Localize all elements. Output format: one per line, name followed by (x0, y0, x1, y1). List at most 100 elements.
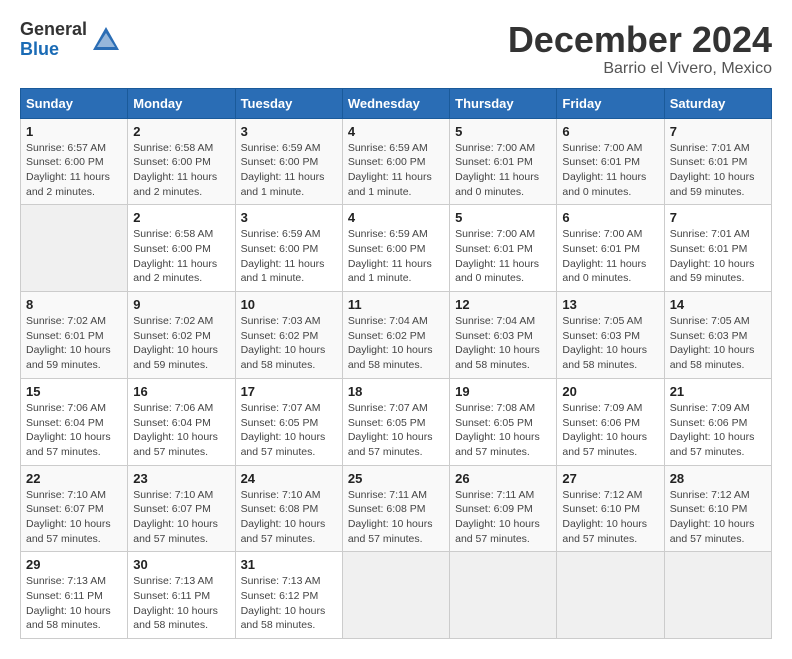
day-number: 9 (133, 297, 229, 312)
table-row: 10 Sunrise: 7:03 AM Sunset: 6:02 PM Dayli… (235, 292, 342, 379)
table-row: 8 Sunrise: 7:02 AM Sunset: 6:01 PM Daylig… (21, 292, 128, 379)
day-number: 28 (670, 471, 766, 486)
calendar-week-row: 2Sunrise: 6:58 AM Sunset: 6:00 PM Daylig… (21, 205, 772, 292)
table-row (450, 552, 557, 639)
day-number: 6 (562, 210, 658, 225)
day-info: Sunrise: 6:59 AM Sunset: 6:00 PM Dayligh… (348, 227, 444, 286)
col-wednesday: Wednesday (342, 88, 449, 118)
calendar-week-row: 15 Sunrise: 7:06 AM Sunset: 6:04 PM Dayli… (21, 378, 772, 465)
day-info: Sunrise: 7:12 AM Sunset: 6:10 PM Dayligh… (562, 488, 658, 547)
day-number: 20 (562, 384, 658, 399)
table-row: 2 Sunrise: 6:58 AM Sunset: 6:00 PM Daylig… (128, 118, 235, 205)
table-row: 29 Sunrise: 7:13 AM Sunset: 6:11 PM Dayli… (21, 552, 128, 639)
day-number: 16 (133, 384, 229, 399)
day-number: 24 (241, 471, 337, 486)
day-info: Sunrise: 7:00 AM Sunset: 6:01 PM Dayligh… (455, 227, 551, 286)
calendar-week-row: 8 Sunrise: 7:02 AM Sunset: 6:01 PM Daylig… (21, 292, 772, 379)
day-info: Sunrise: 7:06 AM Sunset: 6:04 PM Dayligh… (133, 401, 229, 460)
day-number: 2 (133, 124, 229, 139)
day-info: Sunrise: 6:57 AM Sunset: 6:00 PM Dayligh… (26, 141, 122, 200)
table-row: 18Sunrise: 7:07 AM Sunset: 6:05 PM Dayli… (342, 378, 449, 465)
day-number: 7 (670, 210, 766, 225)
day-number: 22 (26, 471, 122, 486)
day-number: 31 (241, 557, 337, 572)
day-info: Sunrise: 6:58 AM Sunset: 6:00 PM Dayligh… (133, 141, 229, 200)
table-row: 5Sunrise: 7:00 AM Sunset: 6:01 PM Daylig… (450, 205, 557, 292)
day-info: Sunrise: 7:10 AM Sunset: 6:08 PM Dayligh… (241, 488, 337, 547)
day-number: 25 (348, 471, 444, 486)
table-row: 1 Sunrise: 6:57 AM Sunset: 6:00 PM Daylig… (21, 118, 128, 205)
table-row: 27 Sunrise: 7:12 AM Sunset: 6:10 PM Dayli… (557, 465, 664, 552)
table-row: 11 Sunrise: 7:04 AM Sunset: 6:02 PM Dayli… (342, 292, 449, 379)
day-info: Sunrise: 7:04 AM Sunset: 6:02 PM Dayligh… (348, 314, 444, 373)
day-info: Sunrise: 7:01 AM Sunset: 6:01 PM Dayligh… (670, 141, 766, 200)
day-info: Sunrise: 7:11 AM Sunset: 6:09 PM Dayligh… (455, 488, 551, 547)
table-row: 22 Sunrise: 7:10 AM Sunset: 6:07 PM Dayli… (21, 465, 128, 552)
day-info: Sunrise: 7:00 AM Sunset: 6:01 PM Dayligh… (562, 141, 658, 200)
day-number: 27 (562, 471, 658, 486)
table-row: 16 Sunrise: 7:06 AM Sunset: 6:04 PM Dayli… (128, 378, 235, 465)
table-row (342, 552, 449, 639)
day-info: Sunrise: 6:58 AM Sunset: 6:00 PM Dayligh… (133, 227, 229, 286)
table-row: 9Sunrise: 7:02 AM Sunset: 6:02 PM Daylig… (128, 292, 235, 379)
day-number: 11 (348, 297, 444, 312)
day-number: 10 (241, 297, 337, 312)
table-row: 7Sunrise: 7:01 AM Sunset: 6:01 PM Daylig… (664, 118, 771, 205)
calendar-week-row: 1 Sunrise: 6:57 AM Sunset: 6:00 PM Daylig… (21, 118, 772, 205)
day-info: Sunrise: 7:13 AM Sunset: 6:12 PM Dayligh… (241, 574, 337, 633)
col-monday: Monday (128, 88, 235, 118)
table-row: 20 Sunrise: 7:09 AM Sunset: 6:06 PM Dayli… (557, 378, 664, 465)
day-info: Sunrise: 7:09 AM Sunset: 6:06 PM Dayligh… (670, 401, 766, 460)
calendar-week-row: 29 Sunrise: 7:13 AM Sunset: 6:11 PM Dayli… (21, 552, 772, 639)
table-row: 7 Sunrise: 7:01 AM Sunset: 6:01 PM Daylig… (664, 205, 771, 292)
calendar-week-row: 22 Sunrise: 7:10 AM Sunset: 6:07 PM Dayli… (21, 465, 772, 552)
col-thursday: Thursday (450, 88, 557, 118)
day-info: Sunrise: 7:11 AM Sunset: 6:08 PM Dayligh… (348, 488, 444, 547)
day-info: Sunrise: 7:01 AM Sunset: 6:01 PM Dayligh… (670, 227, 766, 286)
day-info: Sunrise: 7:09 AM Sunset: 6:06 PM Dayligh… (562, 401, 658, 460)
title-block: December 2024 Barrio el Vivero, Mexico (508, 20, 772, 78)
day-info: Sunrise: 7:10 AM Sunset: 6:07 PM Dayligh… (26, 488, 122, 547)
day-number: 15 (26, 384, 122, 399)
day-number: 29 (26, 557, 122, 572)
table-row: 2Sunrise: 6:58 AM Sunset: 6:00 PM Daylig… (128, 205, 235, 292)
day-info: Sunrise: 6:59 AM Sunset: 6:00 PM Dayligh… (241, 141, 337, 200)
page-header: General Blue December 2024 Barrio el Viv… (20, 20, 772, 78)
table-row: 14Sunrise: 7:05 AM Sunset: 6:03 PM Dayli… (664, 292, 771, 379)
table-row: 31 Sunrise: 7:13 AM Sunset: 6:12 PM Dayli… (235, 552, 342, 639)
table-row: 30Sunrise: 7:13 AM Sunset: 6:11 PM Dayli… (128, 552, 235, 639)
table-row (21, 205, 128, 292)
day-number: 3 (241, 124, 337, 139)
day-info: Sunrise: 7:03 AM Sunset: 6:02 PM Dayligh… (241, 314, 337, 373)
day-number: 12 (455, 297, 551, 312)
day-info: Sunrise: 7:02 AM Sunset: 6:01 PM Dayligh… (26, 314, 122, 373)
month-title: December 2024 (508, 20, 772, 60)
day-info: Sunrise: 7:05 AM Sunset: 6:03 PM Dayligh… (562, 314, 658, 373)
day-info: Sunrise: 7:00 AM Sunset: 6:01 PM Dayligh… (562, 227, 658, 286)
calendar-header-row: Sunday Monday Tuesday Wednesday Thursday… (21, 88, 772, 118)
day-number: 17 (241, 384, 337, 399)
day-number: 3 (241, 210, 337, 225)
table-row (557, 552, 664, 639)
table-row: 12Sunrise: 7:04 AM Sunset: 6:03 PM Dayli… (450, 292, 557, 379)
table-row: 3Sunrise: 6:59 AM Sunset: 6:00 PM Daylig… (235, 205, 342, 292)
col-friday: Friday (557, 88, 664, 118)
col-sunday: Sunday (21, 88, 128, 118)
table-row (664, 552, 771, 639)
calendar-table: Sunday Monday Tuesday Wednesday Thursday… (20, 88, 772, 640)
day-info: Sunrise: 6:59 AM Sunset: 6:00 PM Dayligh… (348, 141, 444, 200)
day-info: Sunrise: 7:13 AM Sunset: 6:11 PM Dayligh… (26, 574, 122, 633)
day-number: 8 (26, 297, 122, 312)
day-number: 14 (670, 297, 766, 312)
day-info: Sunrise: 7:07 AM Sunset: 6:05 PM Dayligh… (241, 401, 337, 460)
table-row: 17 Sunrise: 7:07 AM Sunset: 6:05 PM Dayli… (235, 378, 342, 465)
table-row: 3 Sunrise: 6:59 AM Sunset: 6:00 PM Daylig… (235, 118, 342, 205)
day-number: 6 (562, 124, 658, 139)
logo-icon (91, 25, 121, 55)
table-row: 4Sunrise: 6:59 AM Sunset: 6:00 PM Daylig… (342, 205, 449, 292)
table-row: 26Sunrise: 7:11 AM Sunset: 6:09 PM Dayli… (450, 465, 557, 552)
day-number: 23 (133, 471, 229, 486)
day-number: 1 (26, 124, 122, 139)
day-number: 5 (455, 124, 551, 139)
day-info: Sunrise: 7:10 AM Sunset: 6:07 PM Dayligh… (133, 488, 229, 547)
